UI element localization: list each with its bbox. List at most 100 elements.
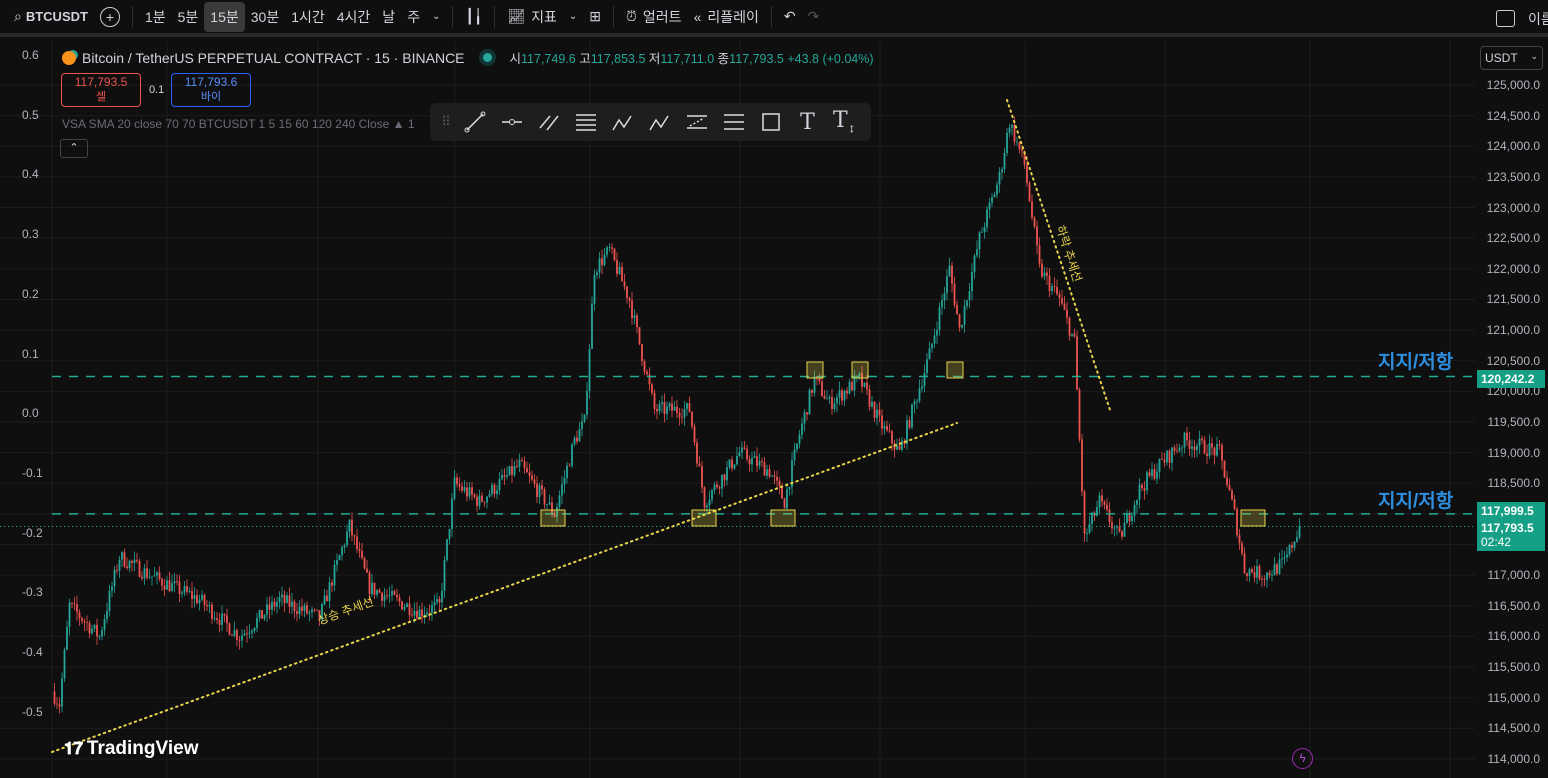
layout-grid-icon[interactable]: ⊞ — [583, 2, 607, 32]
add-symbol-button[interactable]: + — [94, 2, 126, 32]
fullscreen-icon[interactable] — [1496, 10, 1515, 27]
interval-5m[interactable]: 5분 — [172, 2, 205, 32]
price-tick: 123,000.0 — [1486, 200, 1540, 215]
rewind-icon: « — [693, 8, 702, 25]
candle — [656, 408, 658, 412]
anchored-text-tool[interactable]: T↕ — [826, 107, 863, 137]
interval-15m[interactable]: 15분 — [204, 1, 245, 32]
rectangle-tool[interactable] — [752, 107, 789, 137]
interval-week[interactable]: 주 — [401, 2, 426, 32]
xabcd-pattern-tool[interactable] — [604, 107, 641, 137]
forecast-tool[interactable] — [678, 107, 715, 137]
candle — [1056, 286, 1058, 295]
sr-label-lower[interactable]: 지지/저항 — [1378, 486, 1453, 513]
measure-tool[interactable] — [715, 107, 752, 137]
candle — [1283, 557, 1286, 559]
price-chart[interactable] — [0, 41, 1475, 778]
candle — [866, 382, 868, 390]
candle — [188, 591, 191, 592]
candle — [1141, 484, 1143, 489]
collapse-legend-button[interactable]: ⌃ — [60, 139, 88, 158]
alert-button[interactable]: ⏰︎ 얼러트 — [620, 2, 688, 32]
candle — [306, 605, 308, 614]
candle — [663, 402, 666, 414]
interval-4h[interactable]: 4시간 — [331, 2, 377, 32]
drag-handle-icon[interactable]: ⠿ — [436, 107, 456, 137]
candle — [258, 610, 261, 619]
candle — [68, 602, 71, 627]
candle — [951, 265, 953, 284]
interval-day[interactable]: 날 — [376, 2, 401, 32]
candle — [736, 455, 738, 465]
candle — [1081, 439, 1083, 492]
sr-label-upper[interactable]: 지지/저항 — [1378, 347, 1453, 374]
candle — [226, 615, 228, 624]
candle — [673, 406, 676, 411]
candle — [443, 559, 446, 591]
candle — [301, 606, 303, 611]
tradingview-logo[interactable]: 𝟏𝟕 TradingView — [64, 738, 198, 760]
indicator-legend[interactable]: VSA SMA 20 close 70 70 BTCUSDT 1 5 15 60… — [62, 117, 415, 131]
candle — [1246, 573, 1248, 576]
candle — [1201, 438, 1203, 441]
candle — [598, 258, 601, 273]
trend-line-tool[interactable] — [456, 107, 493, 137]
candle — [113, 569, 116, 587]
candle — [886, 426, 888, 431]
interval-1h[interactable]: 1시간 — [285, 2, 331, 32]
candle — [801, 423, 803, 435]
candle — [783, 498, 786, 509]
sell-button[interactable]: 117,793.5 셀 — [61, 73, 141, 107]
candle — [341, 547, 343, 556]
candle — [241, 635, 243, 641]
replay-button[interactable]: «리플레이 — [688, 2, 765, 32]
interval-1m[interactable]: 1분 — [139, 2, 172, 32]
redo-icon[interactable]: ↷ — [802, 2, 826, 32]
horizontal-ray-tool[interactable] — [493, 107, 530, 137]
candle — [128, 560, 131, 569]
candle — [1018, 141, 1021, 150]
candle — [503, 475, 506, 477]
symbol-search[interactable]: ⌕ BTCUSDT — [8, 2, 94, 32]
candle — [1248, 569, 1251, 576]
fib-retracement-tool[interactable] — [567, 107, 604, 137]
divider — [770, 5, 772, 28]
candle — [658, 404, 661, 412]
price-axis[interactable]: USDT ⌄ 125,000.0 124,500.0 124,000.0 123,500… — [1475, 41, 1548, 778]
candle — [1063, 303, 1066, 310]
candle — [336, 560, 338, 565]
candle — [408, 603, 411, 615]
elliott-wave-tool[interactable] — [641, 107, 678, 137]
parallel-channel-tool[interactable] — [530, 107, 567, 137]
candle-type-icon[interactable]: ┃╽ — [459, 2, 488, 32]
candle — [166, 580, 168, 590]
indicators-button[interactable]: 📈︎ 지표 — [501, 2, 563, 32]
candle — [1261, 578, 1263, 580]
currency-select[interactable]: USDT ⌄ — [1480, 46, 1543, 70]
candle — [181, 592, 183, 594]
candle — [1043, 272, 1046, 277]
candle — [121, 552, 123, 560]
price-tick: 120,500.0 — [1486, 353, 1540, 368]
candle — [986, 209, 988, 228]
candle — [1166, 450, 1168, 463]
candle — [683, 408, 686, 418]
candle — [176, 581, 178, 583]
text-tool[interactable]: T — [789, 107, 826, 137]
undo-icon[interactable]: ↶ — [778, 2, 802, 32]
candle — [576, 437, 578, 442]
rectangle-icon — [761, 113, 780, 131]
chevron-down-icon[interactable]: ⌄ — [563, 2, 583, 32]
lightning-icon[interactable]: ϟ — [1292, 748, 1313, 769]
candle — [1003, 153, 1006, 170]
candle — [338, 555, 341, 561]
candle — [448, 528, 451, 540]
chevron-down-icon[interactable]: ⌄ — [426, 2, 446, 32]
interval-30m[interactable]: 30분 — [245, 2, 285, 32]
candle — [773, 475, 776, 477]
candle — [271, 601, 273, 610]
candle — [481, 495, 483, 502]
resistance-price-label: 120,242.2 — [1477, 370, 1545, 388]
candle — [506, 475, 508, 477]
buy-button[interactable]: 117,793.6 바이 — [171, 73, 251, 107]
